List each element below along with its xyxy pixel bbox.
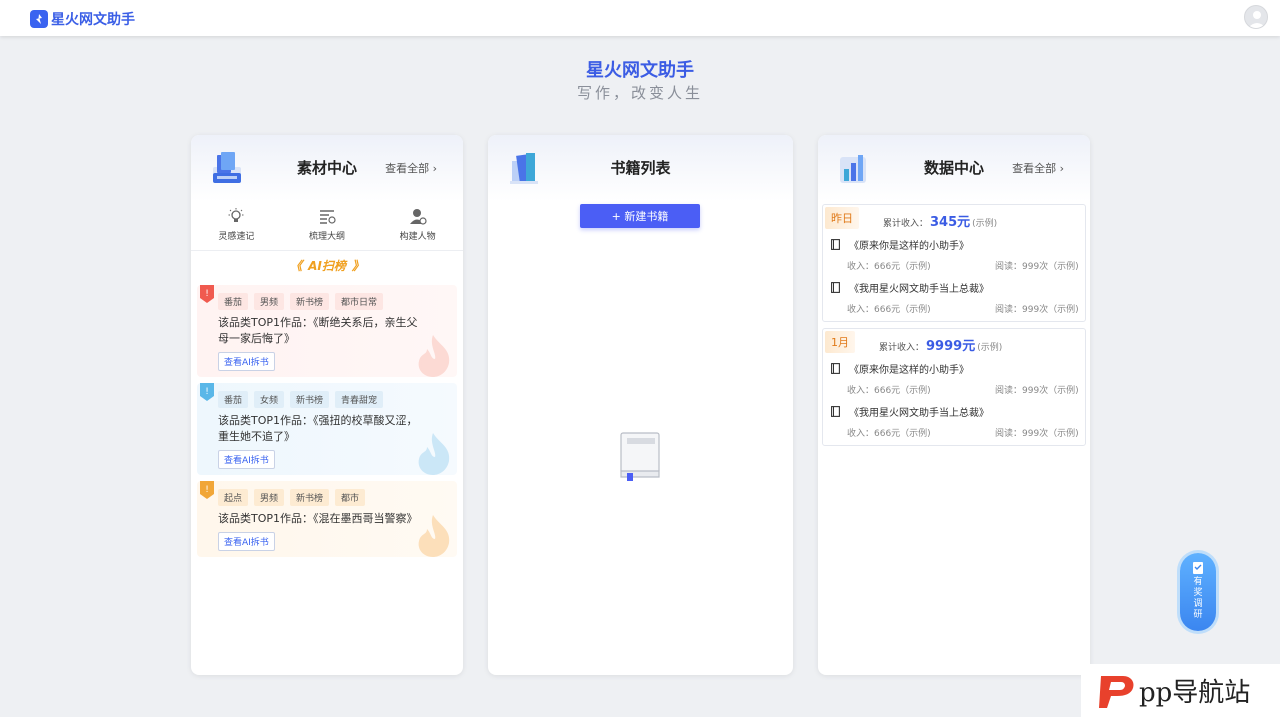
- book-icon: [831, 406, 840, 417]
- book-income: 收入：666元（示例): [847, 386, 931, 396]
- material-center-header: 素材中心 查看全部 ›: [191, 135, 463, 201]
- rank-tag: 新书榜: [290, 489, 330, 506]
- total-income: 累计收入： 345元 (示例): [883, 215, 998, 230]
- spark-logo-icon: [30, 10, 48, 28]
- new-book-button[interactable]: + 新建书籍: [580, 204, 700, 228]
- app-name: 星火网文助手: [51, 12, 135, 28]
- rank-description: 该品类TOP1作品：《强扭的校草酸又涩，重生她不追了》: [218, 414, 418, 443]
- rank-tag: 番茄: [218, 293, 249, 310]
- total-income: 累计收入： 9999元 (示例): [879, 339, 1003, 354]
- rank-medal-icon: !: [200, 285, 214, 303]
- tool-outline[interactable]: 梳理大纲: [287, 207, 367, 250]
- book-list-card: 书籍列表 + 新建书籍: [488, 135, 793, 675]
- period-label: 昨日: [825, 207, 859, 229]
- stat-block-month: 1月 累计收入： 9999元 (示例) 《原来你是这样的小助手》 收入：666元（示…: [822, 328, 1086, 446]
- rank-tag: 新书榜: [290, 293, 330, 310]
- rank-tags: 起点 男频 新书榜 都市: [218, 489, 445, 506]
- data-see-all-link[interactable]: 查看全部 ›: [1012, 160, 1064, 176]
- book-income: 收入：666元（示例): [847, 429, 931, 439]
- book-reads: 阅读：999次（示例): [995, 305, 1079, 315]
- book-income: 收入：666元（示例): [847, 262, 931, 272]
- book-entry[interactable]: 《原来你是这样的小助手》: [831, 237, 969, 252]
- rank-tag: 男频: [254, 489, 285, 506]
- svg-text:!: !: [205, 387, 209, 397]
- ai-ranking-text: AI扫榜: [308, 259, 346, 273]
- book-name: 《我用星火网文助手当上总裁》: [849, 408, 989, 419]
- material-center-card: 素材中心 查看全部 › 灵感速记 梳理大纲 构建人物 《 AI扫榜》 ! 番茄 男…: [191, 135, 463, 675]
- rank-tag: 起点: [218, 489, 249, 506]
- book-icon: [831, 282, 840, 293]
- period-label: 1月: [825, 331, 855, 353]
- rank-tag: 青春甜宠: [335, 391, 384, 408]
- app-logo[interactable]: 星火网文助手: [30, 9, 135, 29]
- ai-ranking-label: 《 AI扫榜》: [290, 259, 364, 273]
- rank-tag: 男频: [254, 293, 285, 310]
- rank-medal-icon: !: [200, 383, 214, 401]
- book-list-title: 书籍列表: [610, 159, 671, 177]
- survey-float-button[interactable]: 有奖调研: [1180, 553, 1216, 631]
- stat-block-yesterday: 昨日 累计收入： 345元 (示例) 《原来你是这样的小助手》 收入：666元（示例…: [822, 204, 1086, 322]
- book-income: 收入：666元（示例): [847, 305, 931, 315]
- flame-icon: [418, 433, 450, 475]
- site-watermark: pp导航站: [1081, 664, 1280, 717]
- tool-character[interactable]: 构建人物: [378, 207, 458, 250]
- book-icon: [831, 239, 840, 250]
- watermark-logo-icon: [1099, 675, 1134, 708]
- rank-tag: 女频: [254, 391, 285, 408]
- rank-medal-icon: !: [200, 481, 214, 499]
- book-icon: [831, 363, 840, 374]
- person-build-icon: [409, 209, 427, 225]
- survey-clipboard-icon: [1193, 562, 1203, 574]
- book-entry[interactable]: 《原来你是这样的小助手》: [831, 361, 969, 376]
- book-name: 《原来你是这样的小助手》: [849, 241, 969, 252]
- survey-label: 有奖调研: [1193, 577, 1203, 620]
- flame-icon: [418, 515, 450, 557]
- hero-subtitle: 写作，改变人生: [576, 84, 703, 102]
- view-ai-breakdown-button[interactable]: 查看AI拆书: [218, 450, 275, 469]
- material-see-all-link[interactable]: 查看全部 ›: [385, 160, 437, 176]
- rank-tags: 番茄 女频 新书榜 青春甜宠: [218, 391, 445, 408]
- book-entry[interactable]: 《我用星火网文助手当上总裁》: [831, 404, 989, 419]
- svg-text:!: !: [205, 485, 209, 495]
- hero-title: 星火网文助手: [586, 60, 694, 81]
- data-center-header: 数据中心 查看全部 ›: [818, 135, 1090, 201]
- rank-tag: 都市日常: [335, 293, 384, 310]
- rank-tags: 番茄 男频 新书榜 都市日常: [218, 293, 445, 310]
- top-nav-bar: 星火网文助手: [0, 0, 1280, 36]
- book-reads: 阅读：999次（示例): [995, 262, 1079, 272]
- view-ai-breakdown-button[interactable]: 查看AI拆书: [218, 352, 275, 371]
- material-tools: 灵感速记 梳理大纲 构建人物: [191, 201, 463, 251]
- rank-item[interactable]: ! 番茄 男频 新书榜 都市日常 该品类TOP1作品：《断绝关系后，亲生父母一家…: [197, 285, 457, 377]
- tool-label: 灵感速记: [218, 232, 255, 242]
- watermark-text: pp导航站: [1139, 678, 1251, 708]
- book-name: 《我用星火网文助手当上总裁》: [849, 284, 989, 295]
- svg-text:!: !: [205, 289, 209, 299]
- book-name: 《原来你是这样的小助手》: [849, 365, 969, 376]
- rank-description: 该品类TOP1作品：《混在墨西哥当警察》: [218, 512, 418, 525]
- rank-tag: 都市: [335, 489, 366, 506]
- user-avatar[interactable]: [1244, 5, 1268, 29]
- data-center-card: 数据中心 查看全部 › 昨日 累计收入： 345元 (示例) 《原来你是这样的小助手…: [818, 135, 1090, 675]
- tool-inspiration[interactable]: 灵感速记: [196, 207, 276, 250]
- rank-description: 该品类TOP1作品：《断绝关系后，亲生父母一家后悔了》: [218, 316, 418, 345]
- book-reads: 阅读：999次（示例): [995, 429, 1079, 439]
- tool-label: 梳理大纲: [308, 232, 345, 242]
- rank-item[interactable]: ! 起点 男频 新书榜 都市 该品类TOP1作品：《混在墨西哥当警察》 查看AI…: [197, 481, 457, 557]
- tool-label: 构建人物: [399, 232, 436, 242]
- rank-item[interactable]: ! 番茄 女频 新书榜 青春甜宠 该品类TOP1作品：《强扭的校草酸又涩，重生她…: [197, 383, 457, 475]
- empty-book-icon: [620, 432, 660, 481]
- lightbulb-icon: [228, 208, 244, 222]
- outline-list-icon: [319, 210, 336, 224]
- book-entry[interactable]: 《我用星火网文助手当上总裁》: [831, 280, 989, 295]
- flame-icon: [418, 335, 450, 377]
- book-list-header: 书籍列表: [488, 135, 793, 201]
- view-ai-breakdown-button[interactable]: 查看AI拆书: [218, 532, 275, 551]
- rank-tag: 番茄: [218, 391, 249, 408]
- rank-tag: 新书榜: [290, 391, 330, 408]
- book-reads: 阅读：999次（示例): [995, 386, 1079, 396]
